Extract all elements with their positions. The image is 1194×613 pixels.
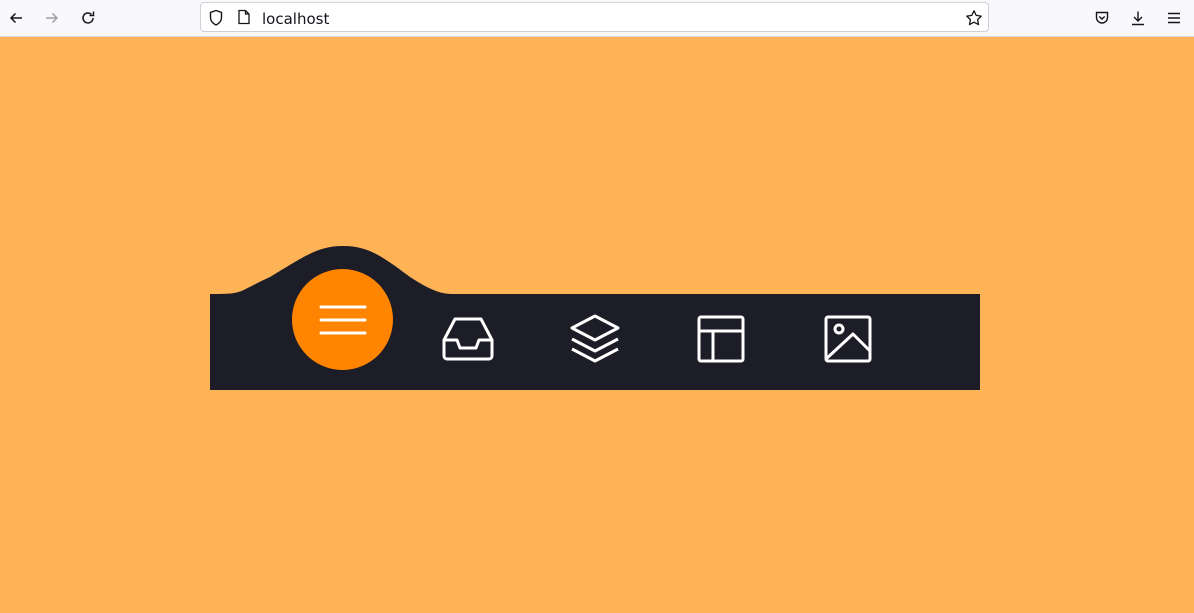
- menu-icon: [319, 305, 366, 334]
- address-bar[interactable]: localhost: [200, 2, 989, 32]
- download-icon: [1132, 11, 1144, 26]
- app-menu-button[interactable]: [1161, 5, 1187, 31]
- inbox-nav-button[interactable]: [438, 311, 498, 367]
- reload-icon: [82, 11, 95, 24]
- browser-toolbar: localhost: [0, 0, 1194, 37]
- page-content: [0, 37, 1194, 613]
- layout-icon: [697, 315, 745, 363]
- layers-icon: [570, 314, 620, 363]
- arrow-right-icon: [46, 12, 59, 24]
- image-nav-button[interactable]: [818, 311, 878, 367]
- menu-nav-button[interactable]: [292, 269, 393, 370]
- shield-icon[interactable]: [208, 9, 224, 27]
- url-text[interactable]: localhost: [262, 10, 329, 28]
- downloads-button[interactable]: [1125, 5, 1151, 31]
- forward-button[interactable]: [39, 5, 65, 31]
- layout-nav-button[interactable]: [691, 311, 751, 367]
- star-icon[interactable]: [965, 9, 983, 27]
- back-button[interactable]: [3, 5, 29, 31]
- pocket-button[interactable]: [1089, 5, 1115, 31]
- image-icon: [824, 315, 872, 363]
- arrow-left-icon: [9, 12, 22, 24]
- inbox-icon: [442, 317, 494, 361]
- layers-nav-button[interactable]: [565, 311, 625, 367]
- reload-button[interactable]: [75, 5, 101, 31]
- hamburger-icon: [1168, 12, 1180, 24]
- pocket-icon: [1095, 11, 1109, 24]
- page-icon: [238, 9, 250, 25]
